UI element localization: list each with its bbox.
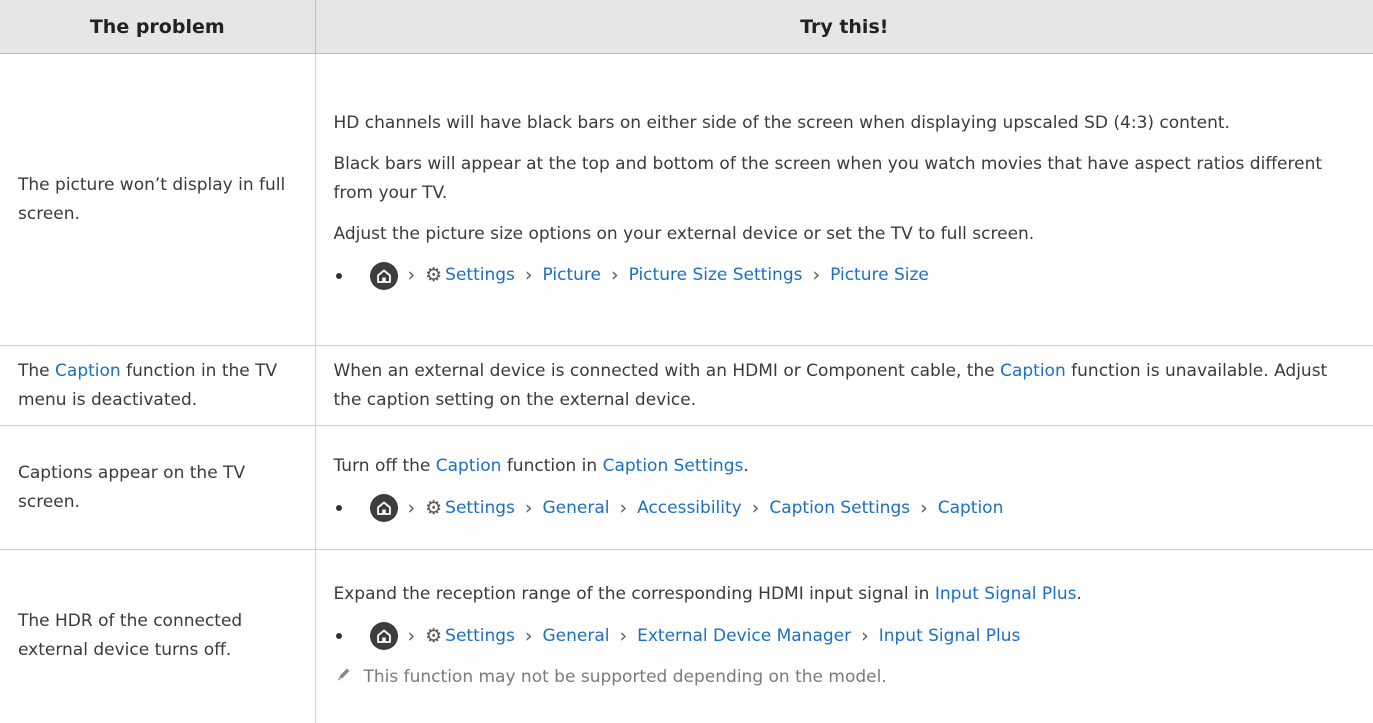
caption-link[interactable]: Caption bbox=[436, 456, 502, 476]
chevron-right-icon: › bbox=[812, 264, 821, 286]
note-text: This function may not be supported depen… bbox=[363, 667, 887, 688]
menu-path-item[interactable]: Settings bbox=[445, 622, 515, 651]
menu-path-item[interactable]: Accessibility bbox=[637, 494, 742, 523]
chevron-right-icon: › bbox=[619, 624, 628, 647]
solution-cell: Expand the reception range of the corres… bbox=[315, 550, 1373, 723]
chevron-right-icon: › bbox=[619, 496, 628, 519]
troubleshooting-table: The problem Try this! The picture won’t … bbox=[0, 0, 1373, 723]
problem-cell: The Caption function in the TV menu is d… bbox=[0, 345, 316, 426]
chevron-right-icon: › bbox=[751, 496, 760, 519]
menu-path-item[interactable]: Caption bbox=[938, 494, 1004, 523]
column-header-try-this: Try this! bbox=[315, 0, 1373, 54]
home-icon[interactable] bbox=[369, 622, 398, 651]
menu-path: › ⚙ Settings › General › Accessibility ›… bbox=[334, 493, 1354, 523]
chevron-right-icon: › bbox=[407, 264, 416, 286]
solution-text: . bbox=[1076, 584, 1082, 605]
gear-icon: ⚙ bbox=[425, 264, 443, 286]
menu-path-item[interactable]: External Device Manager bbox=[637, 622, 851, 651]
table-row: The HDR of the connected external device… bbox=[0, 549, 1373, 723]
column-header-problem: The problem bbox=[0, 0, 316, 54]
home-icon[interactable] bbox=[369, 494, 398, 522]
solution-cell: When an external device is connected wit… bbox=[315, 345, 1373, 426]
solution-text: When an external device is connected wit… bbox=[333, 360, 1001, 381]
solution-paragraph: Expand the reception range of the corres… bbox=[334, 580, 1354, 609]
table-row: The Caption function in the TV menu is d… bbox=[0, 345, 1373, 426]
solution-paragraph: Turn off the Caption function in Caption… bbox=[334, 452, 1354, 481]
problem-cell: Captions appear on the TV screen. bbox=[0, 425, 316, 550]
bullet-icon bbox=[335, 633, 342, 640]
solution-paragraph: HD channels will have black bars on eith… bbox=[333, 112, 1230, 133]
menu-path-item[interactable]: General bbox=[543, 494, 610, 523]
table-row: The picture won’t display in full screen… bbox=[0, 53, 1373, 346]
chevron-right-icon: › bbox=[524, 264, 533, 286]
pencil-note-icon bbox=[336, 663, 352, 692]
solution-paragraph: Adjust the picture size options on your … bbox=[333, 223, 1035, 244]
menu-path-item[interactable]: Caption Settings bbox=[769, 494, 910, 523]
menu-path-item[interactable]: Picture Size Settings bbox=[629, 261, 803, 290]
input-signal-plus-link[interactable]: Input Signal Plus bbox=[935, 584, 1077, 604]
gear-icon: ⚙ bbox=[425, 496, 443, 519]
menu-path-item[interactable]: General bbox=[543, 622, 610, 651]
problem-cell: The HDR of the connected external device… bbox=[0, 549, 316, 723]
menu-path-item[interactable]: Settings bbox=[445, 494, 515, 523]
chevron-right-icon: › bbox=[407, 496, 416, 519]
bullet-icon bbox=[335, 505, 342, 511]
home-icon[interactable] bbox=[369, 261, 398, 290]
menu-path: › ⚙ Settings › Picture › Picture Size Se… bbox=[334, 261, 1354, 291]
problem-cell: The picture won’t display in full screen… bbox=[0, 53, 316, 346]
menu-path-item[interactable]: Input Signal Plus bbox=[879, 622, 1021, 651]
chevron-right-icon: › bbox=[920, 496, 928, 519]
menu-path-item[interactable]: Picture Size bbox=[830, 261, 929, 290]
chevron-right-icon: › bbox=[861, 624, 869, 647]
menu-path-item[interactable]: Picture bbox=[543, 261, 601, 290]
chevron-right-icon: › bbox=[524, 496, 533, 519]
solution-paragraph: Black bars will appear at the top and bo… bbox=[333, 153, 1323, 203]
solution-text: function in bbox=[501, 456, 603, 476]
solution-cell: Turn off the Caption function in Caption… bbox=[315, 425, 1373, 550]
table-row: Captions appear on the TV screen. Turn o… bbox=[0, 425, 1373, 550]
caption-settings-link[interactable]: Caption Settings bbox=[603, 456, 744, 476]
problem-text: The bbox=[18, 360, 56, 381]
bullet-icon bbox=[335, 272, 342, 279]
solution-text: Expand the reception range of the corres… bbox=[333, 584, 935, 605]
chevron-right-icon: › bbox=[610, 264, 619, 286]
solution-text: Turn off the bbox=[333, 456, 436, 476]
caption-link[interactable]: Caption bbox=[1000, 361, 1066, 381]
note: This function may not be supported depen… bbox=[334, 663, 1354, 692]
chevron-right-icon: › bbox=[407, 624, 416, 647]
menu-path: › ⚙ Settings › General › External Device… bbox=[334, 621, 1354, 651]
table-header-row: The problem Try this! bbox=[0, 0, 1373, 54]
solution-text: . bbox=[743, 456, 749, 476]
menu-path-item[interactable]: Settings bbox=[445, 261, 515, 290]
chevron-right-icon: › bbox=[524, 624, 533, 647]
caption-link[interactable]: Caption bbox=[55, 361, 121, 381]
solution-cell: HD channels will have black bars on eith… bbox=[315, 53, 1373, 346]
gear-icon: ⚙ bbox=[425, 624, 443, 647]
